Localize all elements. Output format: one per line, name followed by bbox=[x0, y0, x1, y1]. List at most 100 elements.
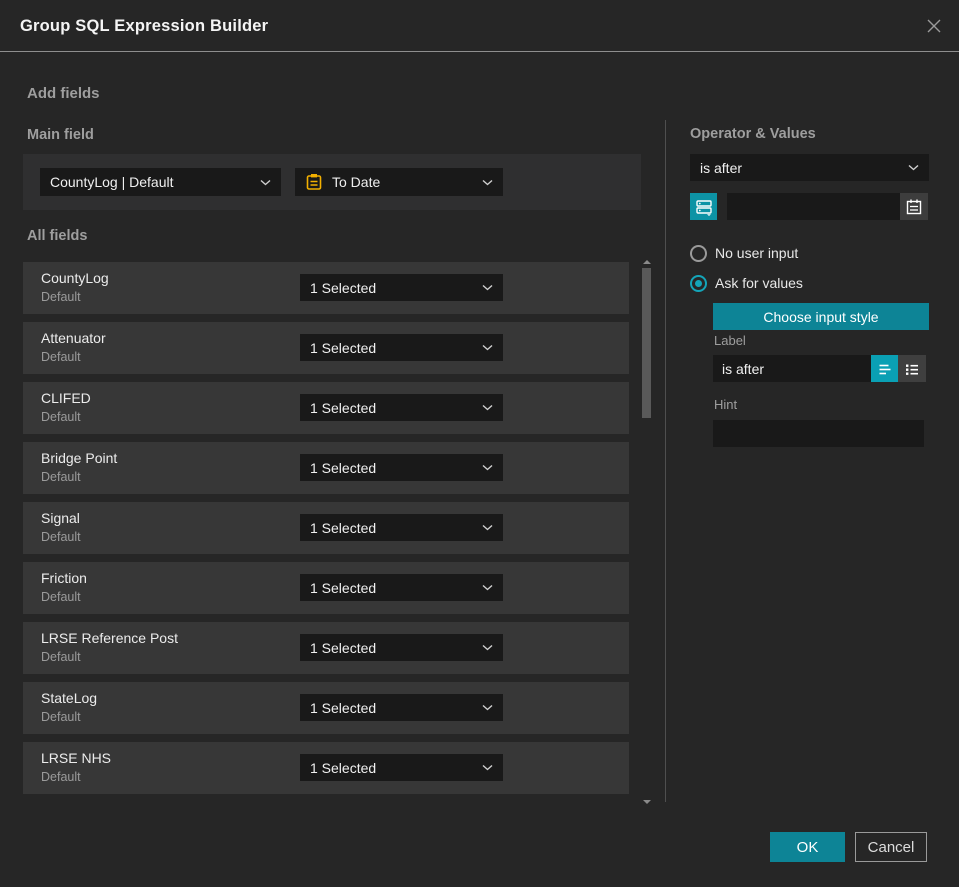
no-user-input-radio[interactable]: No user input bbox=[690, 244, 798, 262]
field-row: CountyLog Default 1 Selected bbox=[23, 262, 629, 314]
field-selection-value: 1 Selected bbox=[310, 759, 377, 776]
ask-for-values-label: Ask for values bbox=[715, 275, 803, 291]
main-field-heading: Main field bbox=[27, 127, 94, 143]
main-field-select-value: CountyLog | Default bbox=[50, 174, 174, 190]
unique-values-icon bbox=[695, 198, 713, 216]
field-name: Signal bbox=[41, 510, 80, 526]
field-type-label: Default bbox=[41, 650, 81, 664]
field-selection-select[interactable]: 1 Selected bbox=[300, 334, 503, 361]
operator-values-heading: Operator & Values bbox=[690, 126, 816, 142]
chevron-down-icon bbox=[482, 764, 493, 771]
chevron-down-icon bbox=[260, 179, 271, 186]
field-type-label: Default bbox=[41, 350, 81, 364]
chevron-down-icon bbox=[908, 164, 919, 171]
field-row: Attenuator Default 1 Selected bbox=[23, 322, 629, 374]
field-type-label: Default bbox=[41, 530, 81, 544]
ok-button[interactable]: OK bbox=[770, 832, 845, 862]
field-name: CountyLog bbox=[41, 270, 109, 286]
all-fields-heading: All fields bbox=[27, 228, 88, 244]
field-type-label: Default bbox=[41, 770, 81, 784]
text-input-style-button[interactable] bbox=[871, 355, 898, 382]
hint-caption: Hint bbox=[714, 397, 738, 412]
hint-input[interactable] bbox=[713, 420, 924, 447]
field-name: Bridge Point bbox=[41, 450, 118, 466]
field-selection-select[interactable]: 1 Selected bbox=[300, 634, 503, 661]
chevron-down-icon bbox=[482, 404, 493, 411]
label-caption: Label bbox=[714, 333, 746, 348]
chevron-down-icon bbox=[482, 584, 493, 591]
field-name: Attenuator bbox=[41, 330, 106, 346]
ask-for-values-radio[interactable]: Ask for values bbox=[690, 274, 803, 292]
field-name: StateLog bbox=[41, 690, 98, 706]
main-date-type-select[interactable]: To Date bbox=[295, 168, 503, 196]
field-selection-select[interactable]: 1 Selected bbox=[300, 754, 503, 781]
main-field-select[interactable]: CountyLog | Default bbox=[40, 168, 281, 196]
no-user-input-label: No user input bbox=[715, 245, 799, 261]
main-date-select-value: To Date bbox=[332, 174, 381, 190]
field-name: LRSE Reference Post bbox=[41, 630, 178, 646]
field-type-label: Default bbox=[41, 290, 81, 304]
field-selection-value: 1 Selected bbox=[310, 459, 377, 476]
field-selection-value: 1 Selected bbox=[310, 519, 377, 536]
scrollbar-thumb[interactable] bbox=[642, 268, 651, 418]
choose-input-style-button[interactable]: Choose input style bbox=[713, 303, 929, 330]
chevron-down-icon bbox=[482, 284, 493, 291]
field-type-label: Default bbox=[41, 410, 81, 424]
calendar-icon bbox=[905, 198, 923, 216]
chevron-down-icon bbox=[482, 464, 493, 471]
field-selection-value: 1 Selected bbox=[310, 639, 377, 656]
bullet-list-icon bbox=[903, 360, 921, 378]
field-selection-value: 1 Selected bbox=[310, 399, 377, 416]
date-value-input[interactable] bbox=[727, 193, 900, 220]
field-row: StateLog Default 1 Selected bbox=[23, 682, 629, 734]
field-row: Friction Default 1 Selected bbox=[23, 562, 629, 614]
field-selection-value: 1 Selected bbox=[310, 279, 377, 296]
field-type-label: Default bbox=[41, 710, 81, 724]
panel-divider bbox=[665, 120, 666, 802]
add-fields-heading: Add fields bbox=[27, 85, 100, 102]
dialog-header: Group SQL Expression Builder bbox=[0, 0, 959, 52]
date-field-icon bbox=[305, 173, 323, 191]
main-field-panel: CountyLog | Default To Date bbox=[23, 154, 641, 210]
field-row: CLIFED Default 1 Selected bbox=[23, 382, 629, 434]
field-row: Signal Default 1 Selected bbox=[23, 502, 629, 554]
field-selection-select[interactable]: 1 Selected bbox=[300, 694, 503, 721]
cancel-button[interactable]: Cancel bbox=[855, 832, 927, 862]
operator-select-value: is after bbox=[700, 159, 743, 176]
field-selection-value: 1 Selected bbox=[310, 339, 377, 356]
field-selection-select[interactable]: 1 Selected bbox=[300, 274, 503, 301]
list-scrollbar[interactable] bbox=[642, 258, 651, 806]
date-picker-button[interactable] bbox=[900, 193, 928, 220]
field-row: LRSE NHS Default 1 Selected bbox=[23, 742, 629, 794]
chevron-down-icon bbox=[482, 644, 493, 651]
close-button[interactable] bbox=[922, 14, 946, 38]
field-selection-select[interactable]: 1 Selected bbox=[300, 394, 503, 421]
field-selection-value: 1 Selected bbox=[310, 699, 377, 716]
group-sql-expression-builder-dialog: Group SQL Expression Builder Add fields … bbox=[0, 0, 959, 887]
field-type-label: Default bbox=[41, 590, 81, 604]
field-row: LRSE Reference Post Default 1 Selected bbox=[23, 622, 629, 674]
scroll-up-icon[interactable] bbox=[643, 260, 651, 264]
radio-selected-icon bbox=[690, 274, 707, 292]
field-name: LRSE NHS bbox=[41, 750, 112, 766]
field-name: CLIFED bbox=[41, 390, 91, 406]
align-left-icon bbox=[876, 360, 894, 378]
field-selection-select[interactable]: 1 Selected bbox=[300, 454, 503, 481]
chevron-down-icon bbox=[482, 704, 493, 711]
chevron-down-icon bbox=[482, 179, 493, 186]
close-icon bbox=[924, 16, 944, 36]
chevron-down-icon bbox=[482, 344, 493, 351]
field-selection-select[interactable]: 1 Selected bbox=[300, 574, 503, 601]
field-selection-select[interactable]: 1 Selected bbox=[300, 514, 503, 541]
list-input-style-button[interactable] bbox=[898, 355, 926, 382]
label-input[interactable] bbox=[713, 355, 871, 382]
scroll-down-icon[interactable] bbox=[643, 800, 651, 804]
field-type-label: Default bbox=[41, 470, 81, 484]
radio-unselected-icon bbox=[690, 244, 707, 262]
dialog-title: Group SQL Expression Builder bbox=[20, 17, 269, 35]
operator-select[interactable]: is after bbox=[690, 154, 929, 181]
value-source-button[interactable] bbox=[690, 193, 717, 220]
field-name: Friction bbox=[41, 570, 87, 586]
chevron-down-icon bbox=[482, 524, 493, 531]
field-row: Bridge Point Default 1 Selected bbox=[23, 442, 629, 494]
